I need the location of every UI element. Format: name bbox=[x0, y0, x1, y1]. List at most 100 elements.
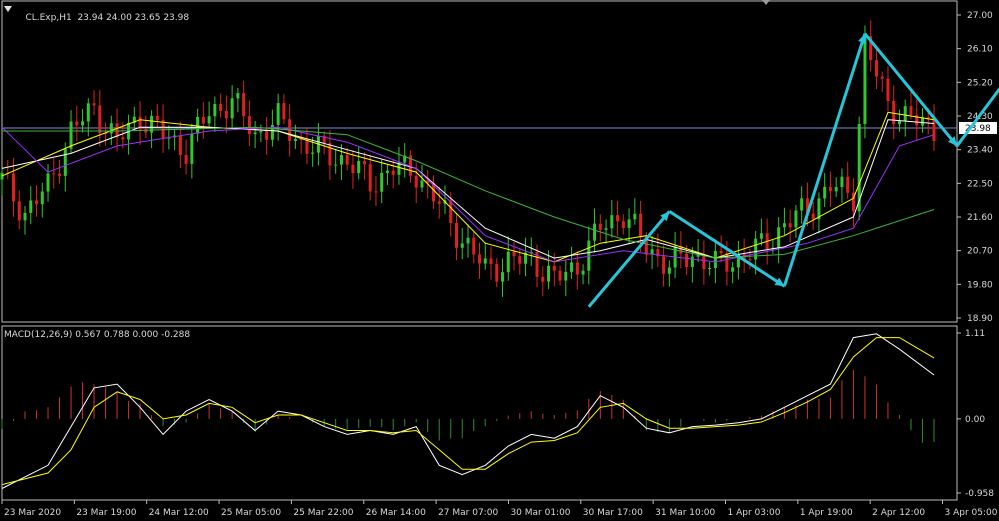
candle-body bbox=[880, 76, 884, 79]
time-tick-label: 2 Apr 12:00 bbox=[872, 508, 925, 518]
candle-body bbox=[633, 213, 637, 220]
candle-body bbox=[357, 160, 361, 174]
trend-arrow-4 bbox=[863, 32, 959, 147]
candle-body bbox=[621, 221, 625, 228]
candle-body bbox=[639, 213, 643, 237]
candle-body bbox=[472, 237, 476, 255]
price-tick-label: 25.20 bbox=[967, 78, 993, 88]
candle-body bbox=[109, 123, 113, 134]
candle-body bbox=[685, 253, 689, 268]
candle-body bbox=[75, 121, 79, 126]
candle-body bbox=[719, 250, 723, 254]
price-tick-label: 23.40 bbox=[967, 146, 993, 156]
price-tick-label: 19.80 bbox=[967, 280, 993, 290]
candle-body bbox=[276, 103, 280, 125]
candle-body bbox=[581, 270, 585, 275]
candle-body bbox=[932, 119, 936, 141]
time-axis: 23 Mar 2020 23 Mar 19:00 24 Mar 12:00 25 Ma… bbox=[1, 500, 998, 518]
candle-body bbox=[196, 116, 200, 134]
time-tick-label: 31 Mar 10:00 bbox=[655, 508, 715, 518]
price-tick-label: 20.70 bbox=[967, 247, 993, 257]
candle-body bbox=[420, 180, 424, 188]
candle-body bbox=[219, 104, 223, 111]
time-tick-label: 3 Apr 05:00 bbox=[945, 508, 998, 518]
candle-body bbox=[368, 164, 372, 192]
candle-body bbox=[17, 201, 21, 221]
trend-arrow-3 bbox=[782, 33, 867, 287]
macd-signal-line bbox=[1, 337, 935, 486]
candle-body bbox=[748, 259, 752, 261]
candle-body bbox=[478, 254, 481, 264]
candle-body bbox=[437, 201, 441, 204]
candle-body bbox=[903, 106, 907, 121]
macd-panel bbox=[1, 333, 935, 489]
candle-body bbox=[328, 143, 332, 166]
candle-body bbox=[230, 98, 234, 119]
price-axis: 27.0026.1025.2024.3023.4022.5021.6020.70… bbox=[957, 11, 997, 324]
candle-body bbox=[846, 176, 850, 193]
candle-body bbox=[69, 121, 73, 149]
candle-body bbox=[506, 251, 510, 273]
candle-body bbox=[483, 258, 487, 264]
candle-body bbox=[236, 93, 240, 99]
candle-body bbox=[834, 187, 838, 192]
candle-body bbox=[282, 103, 286, 120]
candle-body bbox=[351, 164, 355, 174]
candle-body bbox=[662, 256, 666, 274]
candle-body bbox=[52, 173, 56, 175]
time-tick-label: 23 Mar 19:00 bbox=[76, 508, 136, 518]
candle-body bbox=[23, 212, 27, 221]
candle-body bbox=[0, 172, 4, 180]
candle-body bbox=[570, 262, 574, 272]
candle-body bbox=[339, 155, 343, 165]
chart-window: CL.Exp,H1 23.94 24.00 23.65 23.98 MACD(1… bbox=[0, 0, 999, 521]
macd-tick-label: 0.00 bbox=[965, 415, 985, 425]
candle-body bbox=[575, 262, 579, 275]
candle-body bbox=[840, 176, 844, 188]
candle-body bbox=[909, 106, 913, 115]
candle-body bbox=[886, 78, 890, 101]
price-tick-label: 21.60 bbox=[967, 213, 993, 223]
candle-body bbox=[121, 137, 125, 140]
candle-body bbox=[454, 223, 458, 248]
candle-body bbox=[552, 265, 556, 271]
candle-body bbox=[29, 200, 33, 213]
candle-body bbox=[190, 133, 194, 164]
candle-body bbox=[63, 148, 67, 176]
time-tick-label: 25 Mar 22:00 bbox=[293, 508, 353, 518]
candle-body bbox=[253, 132, 257, 135]
candle-body bbox=[811, 213, 815, 220]
candle-body bbox=[213, 104, 217, 117]
candle-body bbox=[541, 276, 545, 282]
candle-body bbox=[184, 154, 188, 164]
candle-body bbox=[293, 138, 297, 142]
time-tick-label: 24 Mar 12:00 bbox=[149, 508, 209, 518]
candle-body bbox=[374, 191, 378, 193]
candle-body bbox=[564, 271, 568, 281]
candle-body bbox=[460, 243, 464, 248]
chart-canvas[interactable]: 27.0026.1025.2024.3023.4022.5021.6020.70… bbox=[0, 0, 999, 521]
candle-body bbox=[598, 223, 602, 230]
candle-body bbox=[731, 267, 735, 272]
candle-body bbox=[863, 36, 867, 124]
time-tick-label: 1 Apr 03:00 bbox=[727, 508, 780, 518]
macd-line bbox=[1, 333, 935, 489]
candle-body bbox=[489, 258, 493, 265]
candle-body bbox=[92, 103, 96, 106]
candle-body bbox=[616, 215, 620, 222]
candle-body bbox=[593, 223, 597, 241]
candle-body bbox=[667, 267, 671, 274]
price-tick-label: 26.10 bbox=[967, 45, 993, 55]
candle-body bbox=[12, 173, 16, 202]
candle-body bbox=[501, 272, 505, 282]
candle-body bbox=[708, 267, 712, 269]
shift-marker-icon bbox=[762, 0, 770, 5]
candle-body bbox=[794, 210, 798, 228]
candle-body bbox=[690, 256, 694, 268]
candle-body bbox=[823, 186, 827, 199]
candle-body bbox=[362, 160, 366, 165]
candle-body bbox=[466, 237, 470, 244]
candle-body bbox=[58, 173, 62, 176]
macd-tick-label: 1.11 bbox=[965, 329, 985, 339]
price-panel bbox=[0, 20, 957, 297]
